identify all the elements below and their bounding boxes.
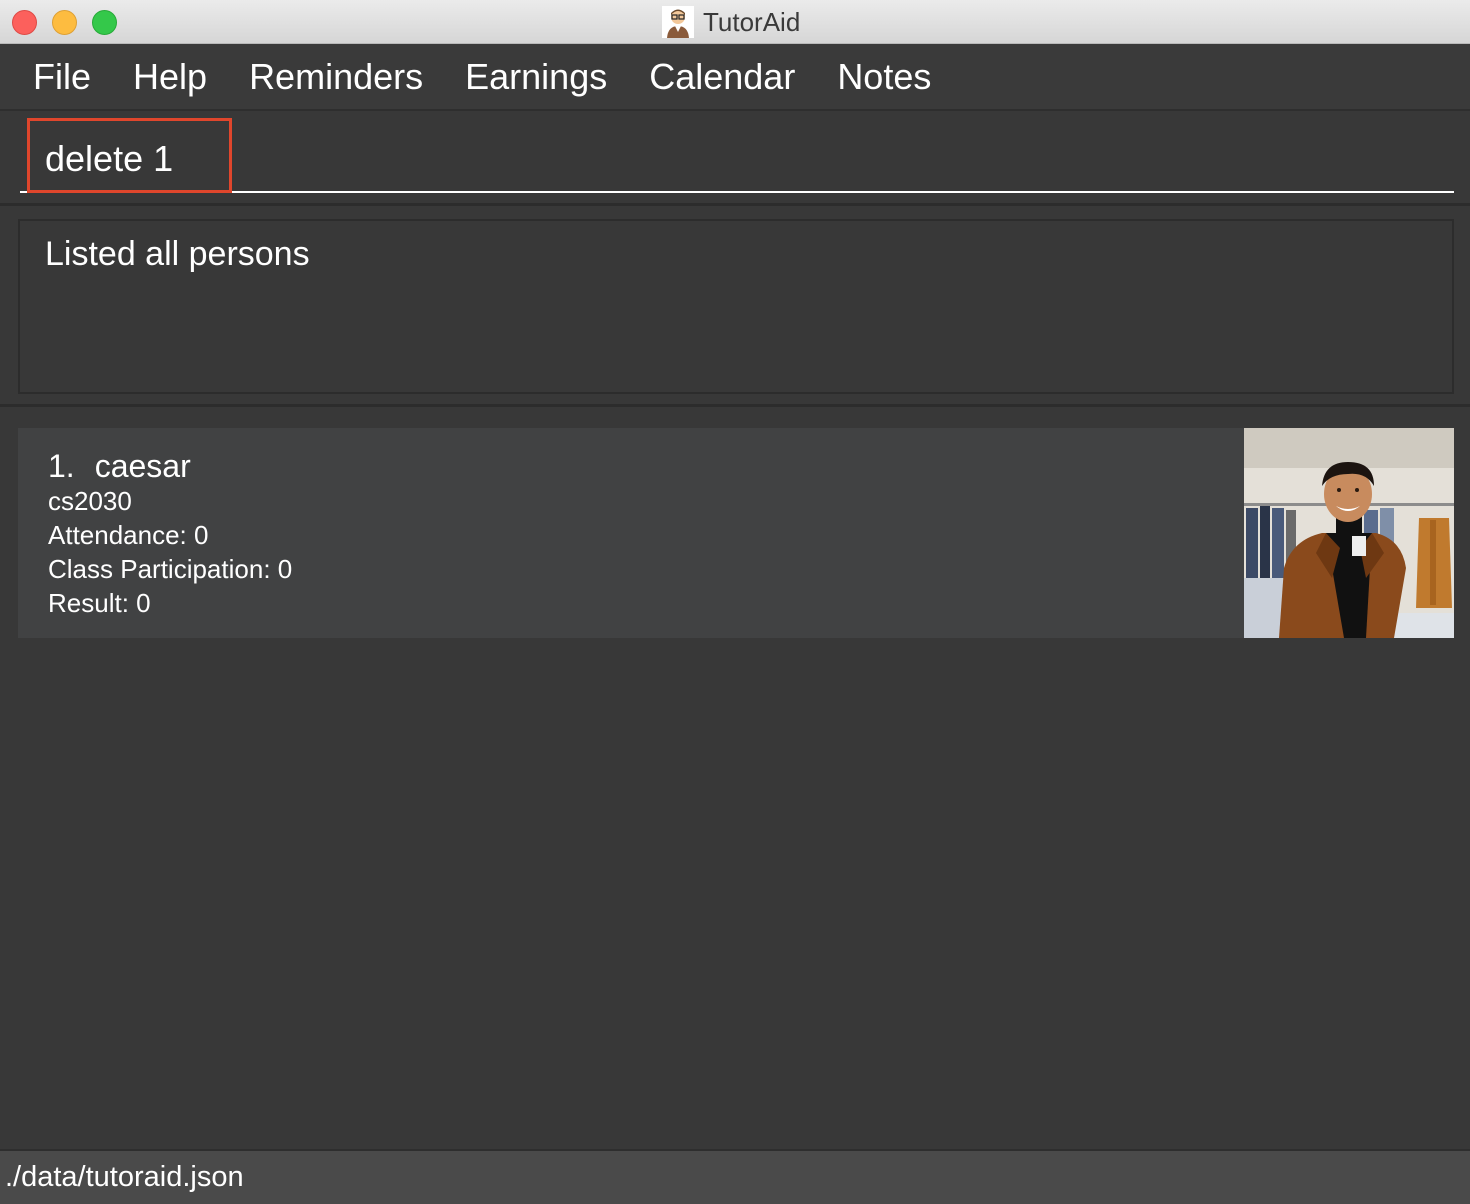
window-title-group: TutorAid [662,6,800,38]
close-window-button[interactable] [12,10,37,35]
person-result: Result: 0 [48,588,151,618]
person-participation: Class Participation: 0 [48,554,293,584]
person-name: caesar [94,448,191,484]
command-input[interactable] [20,121,1454,193]
person-index: 1. [48,448,75,484]
person-card[interactable]: 1. caesar cs2030 Attendance: 0 Class Par… [18,428,1454,638]
person-module: cs2030 [48,486,132,516]
person-list[interactable]: 1. caesar cs2030 Attendance: 0 Class Par… [0,407,1470,1149]
status-bar: ./data/tutoraid.json [0,1149,1470,1204]
person-photo [1244,428,1454,638]
command-box-area [0,111,1470,206]
menu-help[interactable]: Help [112,56,228,98]
menu-reminders[interactable]: Reminders [228,56,444,98]
menu-bar: File Help Reminders Earnings Calendar No… [0,44,1470,111]
person-attendance: Attendance: 0 [48,520,209,550]
tutor-avatar-icon [662,6,694,38]
result-display-area: Listed all persons [0,206,1470,407]
menu-file[interactable]: File [12,56,112,98]
result-message: Listed all persons [45,235,310,273]
menu-calendar[interactable]: Calendar [628,56,816,98]
title-bar: TutorAid [0,0,1470,44]
result-display: Listed all persons [18,219,1454,394]
menu-earnings[interactable]: Earnings [444,56,628,98]
menu-notes[interactable]: Notes [816,56,952,98]
person-name-row: 1. caesar [48,448,191,485]
maximize-window-button[interactable] [92,10,117,35]
minimize-window-button[interactable] [52,10,77,35]
data-file-path: ./data/tutoraid.json [5,1161,244,1193]
window-title: TutorAid [703,6,801,37]
